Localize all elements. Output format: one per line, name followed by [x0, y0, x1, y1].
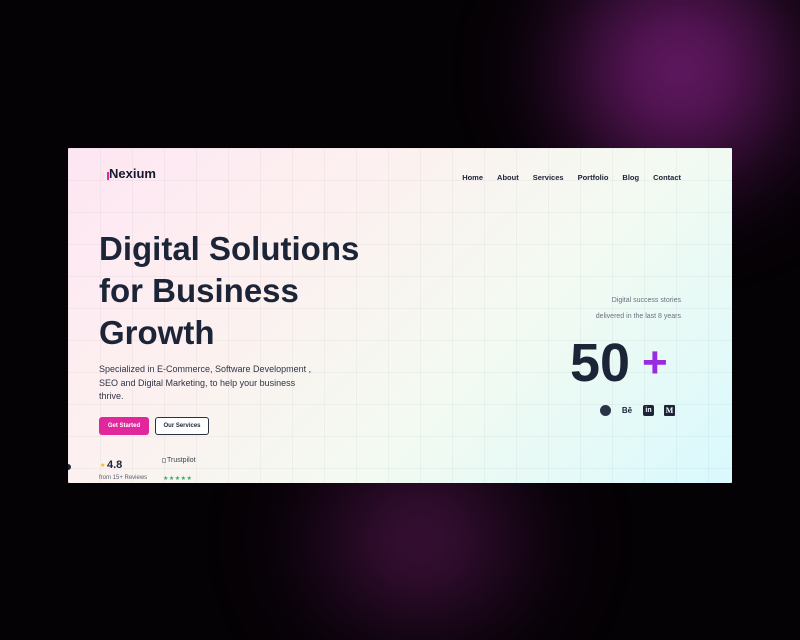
stats-suffix: +: [642, 338, 668, 387]
website-preview: Nexium Home About Services Portfolio Blo…: [68, 148, 732, 483]
carousel-dot[interactable]: [68, 464, 71, 470]
stats-caption: Digital success stories delivered in the…: [521, 293, 681, 325]
trustpilot-logo[interactable]: Trustpilot: [162, 457, 196, 464]
nav-portfolio[interactable]: Portfolio: [578, 173, 609, 182]
nav-about[interactable]: About: [497, 173, 519, 182]
trustpilot-alt-text: Trustpilot: [167, 457, 196, 464]
star-icon: ★: [100, 463, 106, 469]
social-links: Bē in M: [600, 405, 675, 416]
rating-note: from 15+ Reviews: [99, 475, 148, 481]
trustpilot-stars: ★★★★★: [163, 476, 193, 482]
nav-services[interactable]: Services: [533, 173, 564, 182]
dribbble-icon[interactable]: [600, 405, 611, 416]
linkedin-icon[interactable]: in: [643, 405, 654, 416]
medium-icon[interactable]: M: [664, 405, 675, 416]
broken-image-icon: [162, 458, 166, 463]
our-services-button[interactable]: Our Services: [155, 417, 209, 435]
nav-contact[interactable]: Contact: [653, 173, 681, 182]
stats-caption-line-1: Digital success stories: [611, 297, 681, 304]
logo[interactable]: Nexium: [109, 166, 156, 181]
main-nav: Home About Services Portfolio Blog Conta…: [462, 173, 681, 182]
stats-caption-line-2: delivered in the last 8 years: [595, 313, 681, 320]
hero-subtitle: Specialized in E-Commerce, Software Deve…: [99, 364, 312, 401]
stats-number: 50: [570, 333, 631, 393]
hero-title: Digital Solutions for Business Growth: [99, 230, 360, 351]
nav-blog[interactable]: Blog: [622, 173, 639, 182]
nav-home[interactable]: Home: [462, 173, 483, 182]
rating-value: 4.8: [107, 459, 123, 471]
behance-icon[interactable]: Bē: [621, 406, 633, 415]
get-started-button[interactable]: Get Started: [99, 417, 149, 435]
